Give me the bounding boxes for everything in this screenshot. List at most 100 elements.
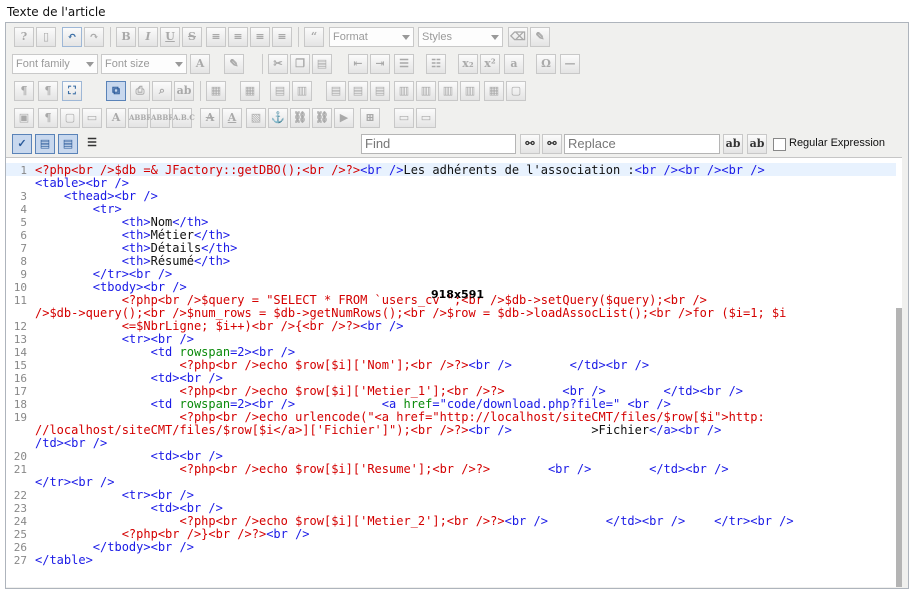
format-select[interactable]: Format — [329, 27, 414, 47]
row-props-icon[interactable]: ▤ — [270, 81, 290, 101]
bold-icon[interactable]: B — [116, 27, 136, 47]
text-color-icon[interactable]: A — [190, 54, 210, 74]
toggle-linenumbers-icon[interactable]: ▤ — [35, 134, 55, 154]
highlight-color-icon[interactable]: ✎ — [224, 54, 244, 74]
search-icon[interactable]: ⌕ — [152, 81, 172, 101]
pagebreak-icon[interactable]: ▭ — [416, 108, 436, 128]
indent-icon[interactable]: ⇥ — [370, 54, 390, 74]
regex-checkbox[interactable] — [773, 138, 786, 151]
bullet-list-icon[interactable]: ☰ — [394, 54, 414, 74]
col-after-icon[interactable]: ▥ — [416, 81, 436, 101]
font-style-icon[interactable]: a — [504, 54, 524, 74]
font-family-select[interactable]: Font family — [12, 54, 98, 74]
font-size-label: Font size — [105, 58, 150, 70]
code-token: rowspan — [179, 345, 231, 359]
code-token: <?php<br />$query = "SELECT * FROM `user… — [35, 293, 707, 307]
delete-col-icon[interactable]: ▥ — [438, 81, 458, 101]
code-token: <thead><br /> — [35, 189, 158, 203]
style-props-icon[interactable]: A — [106, 108, 126, 128]
article-text-label: Texte de l'article — [7, 5, 106, 19]
align-left-icon[interactable]: ≡ — [250, 27, 270, 47]
align-right-icon[interactable]: ≡ — [272, 27, 292, 47]
print-icon[interactable]: ⎙ — [130, 81, 150, 101]
merge-cells-icon[interactable]: ▦ — [484, 81, 504, 101]
cut-icon[interactable]: ✂ — [268, 54, 288, 74]
code-token: <?php<br />echo $row[$i]['Metier_1'];<br… — [35, 384, 505, 398]
special-char-icon[interactable]: Ω — [536, 54, 556, 74]
underline-icon[interactable]: U — [160, 27, 180, 47]
box-icon[interactable]: ▢ — [60, 108, 80, 128]
replace-all-icon[interactable]: ab — [747, 134, 767, 154]
undo-icon[interactable]: ↶ — [62, 27, 82, 47]
split-cells-icon[interactable]: ▥ — [460, 81, 480, 101]
abbr-icon[interactable]: ABBR — [128, 108, 152, 128]
anchor-icon[interactable]: ⚓ — [268, 108, 288, 128]
copy-icon[interactable]: ❐ — [290, 54, 310, 74]
source-code-icon[interactable]: ⧉ — [106, 81, 126, 101]
abc-icon[interactable]: A.B.C — [172, 108, 195, 128]
find-next-icon[interactable]: ⚯ — [542, 134, 562, 154]
table-props-icon[interactable]: ▢ — [506, 81, 526, 101]
blockquote-icon[interactable]: “ — [304, 27, 324, 47]
paste-icon[interactable]: ▤ — [312, 54, 332, 74]
code-token: href — [403, 397, 433, 411]
insert-table-icon[interactable]: ▦ — [206, 81, 226, 101]
row-before-icon[interactable]: ▤ — [326, 81, 346, 101]
row-after-icon[interactable]: ▤ — [348, 81, 368, 101]
help-icon[interactable]: ? — [14, 27, 34, 47]
code-token: <th> — [35, 241, 151, 255]
fullscreen-icon[interactable]: ⛶ — [62, 81, 82, 101]
find-input[interactable]: Find — [361, 134, 516, 154]
replace-icon[interactable]: ab — [174, 81, 194, 101]
toggle-highlight-icon[interactable]: ✓ — [12, 134, 32, 154]
code-token: <br /><br /><br /> — [634, 163, 765, 177]
insert-text-icon[interactable]: A — [222, 108, 242, 128]
italic-icon[interactable]: I — [138, 27, 158, 47]
replace-input[interactable]: Replace — [564, 134, 720, 154]
font-size-select[interactable]: Font size — [101, 54, 187, 74]
redo-icon[interactable]: ↷ — [84, 27, 104, 47]
paragraph-rtl-icon[interactable]: ¶ — [38, 81, 58, 101]
delete-table-icon[interactable]: ▦ — [240, 81, 260, 101]
new-document-icon[interactable]: ▯ — [36, 27, 56, 47]
replace-icon[interactable]: ab — [723, 134, 743, 154]
superscript-icon[interactable]: x² — [480, 54, 500, 74]
delete-row-icon[interactable]: ▤ — [370, 81, 390, 101]
media-icon[interactable]: ▶ — [334, 108, 354, 128]
code-token: <br /> — [468, 423, 592, 437]
subscript-icon[interactable]: x₂ — [458, 54, 478, 74]
code-editor[interactable]: 1 3 4 5 6 7 8 9 10 11 12 13 14 15 16 17 18 19 20 21 22 23 24 25… — [6, 157, 902, 587]
strikethrough-icon[interactable]: S — [182, 27, 202, 47]
horizontal-rule-icon[interactable]: — — [560, 54, 580, 74]
code-token: <th> — [35, 215, 151, 229]
line-number: 22 — [13, 489, 27, 502]
image-icon[interactable]: ▧ — [246, 108, 266, 128]
cell-props-icon[interactable]: ▥ — [292, 81, 312, 101]
numbered-list-icon[interactable]: ☷ — [426, 54, 446, 74]
delete-text-icon[interactable]: A — [200, 108, 220, 128]
eraser-icon[interactable]: ⌫ — [508, 27, 528, 47]
vertical-scrollbar[interactable] — [896, 308, 902, 587]
unlink-icon[interactable]: ⛓ — [312, 108, 332, 128]
link-icon[interactable]: ⛓ — [290, 108, 310, 128]
layer-icon[interactable]: ▣ — [14, 108, 34, 128]
code-token: =2><br /> — [230, 345, 296, 359]
format-code-icon[interactable]: ☰ — [82, 134, 102, 154]
styles-select[interactable]: Styles — [418, 27, 503, 47]
line-number: 1 — [20, 164, 27, 177]
align-justify-icon[interactable]: ≡ — [206, 27, 226, 47]
align-center-icon[interactable]: ≡ — [228, 27, 248, 47]
toggle-wrap-icon[interactable]: ▤ — [58, 134, 78, 154]
pilcrow-icon[interactable]: ¶ — [38, 108, 58, 128]
find-binoculars-icon[interactable]: ⚯ — [520, 134, 540, 154]
paragraph-ltr-icon[interactable]: ¶ — [14, 81, 34, 101]
col-before-icon[interactable]: ▥ — [394, 81, 414, 101]
template-icon[interactable]: ▭ — [82, 108, 102, 128]
acronym-icon[interactable]: ABBR — [150, 108, 174, 128]
line-number: 24 — [13, 515, 27, 528]
readmore-icon[interactable]: ▭ — [394, 108, 414, 128]
clean-brush-icon[interactable]: ✎ — [530, 27, 550, 47]
outdent-icon[interactable]: ⇤ — [348, 54, 368, 74]
format-select-label: Format — [333, 31, 368, 43]
visual-aid-icon[interactable]: ⊞ — [360, 108, 380, 128]
